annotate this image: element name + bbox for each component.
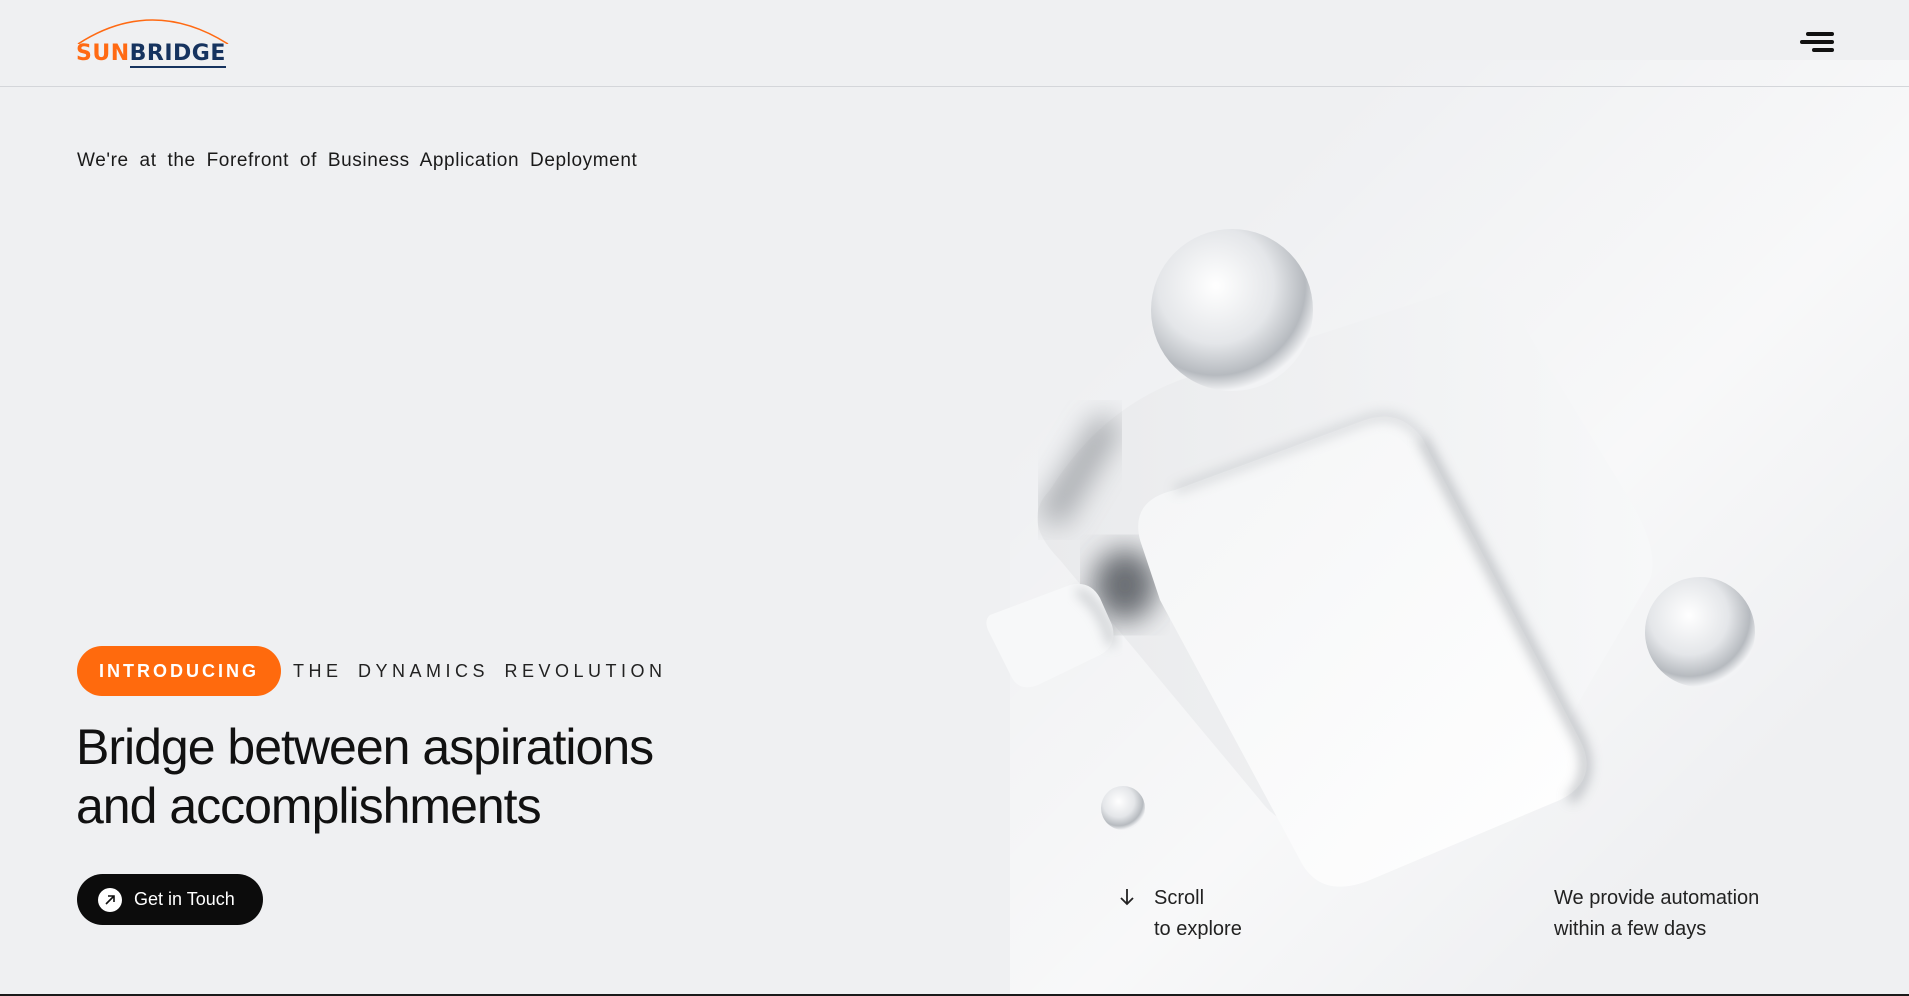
arrow-down-icon: [1118, 887, 1138, 945]
hero-3d-illustration: [986, 229, 1755, 887]
note-line-2: within a few days: [1554, 918, 1707, 940]
logo-wordmark: SUNBRIDGE: [76, 41, 226, 68]
scroll-text: Scroll to explore: [1154, 883, 1242, 945]
intro-row: INTRODUCING THE DYNAMICS REVOLUTION: [77, 646, 667, 696]
scroll-line-1: Scroll: [1154, 887, 1205, 909]
page: SUNBRIDGE We're at the Forefront of Busi…: [0, 0, 1909, 996]
hero-tagline: We're at the Forefront of Business Appli…: [77, 150, 638, 171]
automation-note: We provide automation within a few days: [1554, 883, 1794, 945]
get-in-touch-label: Get in Touch: [134, 889, 235, 909]
logo-bridge-text: BRIDGE: [129, 41, 226, 68]
scroll-to-explore[interactable]: Scroll to explore: [1118, 883, 1242, 945]
introducing-badge: INTRODUCING: [77, 646, 281, 696]
small-sphere: [1101, 786, 1145, 830]
hero-subtitle: THE DYNAMICS REVOLUTION: [293, 660, 667, 681]
hero-headline: Bridge between aspirations and accomplis…: [76, 718, 776, 836]
small-cube: [986, 583, 1114, 688]
arrow-up-right-icon: [98, 887, 122, 912]
headline-line-1: Bridge between aspirations: [76, 719, 654, 775]
headline-line-2: and accomplishments: [76, 778, 542, 834]
site-header: SUNBRIDGE: [0, 0, 1909, 87]
get-in-touch-button[interactable]: Get in Touch: [77, 874, 263, 925]
scroll-line-2: to explore: [1154, 918, 1242, 940]
note-line-1: We provide automation: [1554, 887, 1760, 909]
right-sphere: [1645, 577, 1755, 687]
logo-sun-text: SUN: [76, 41, 130, 66]
logo[interactable]: SUNBRIDGE: [76, 14, 232, 70]
menu-button[interactable]: [1796, 26, 1840, 60]
logo-arc-icon: [77, 19, 229, 44]
large-sphere: [1151, 229, 1313, 391]
